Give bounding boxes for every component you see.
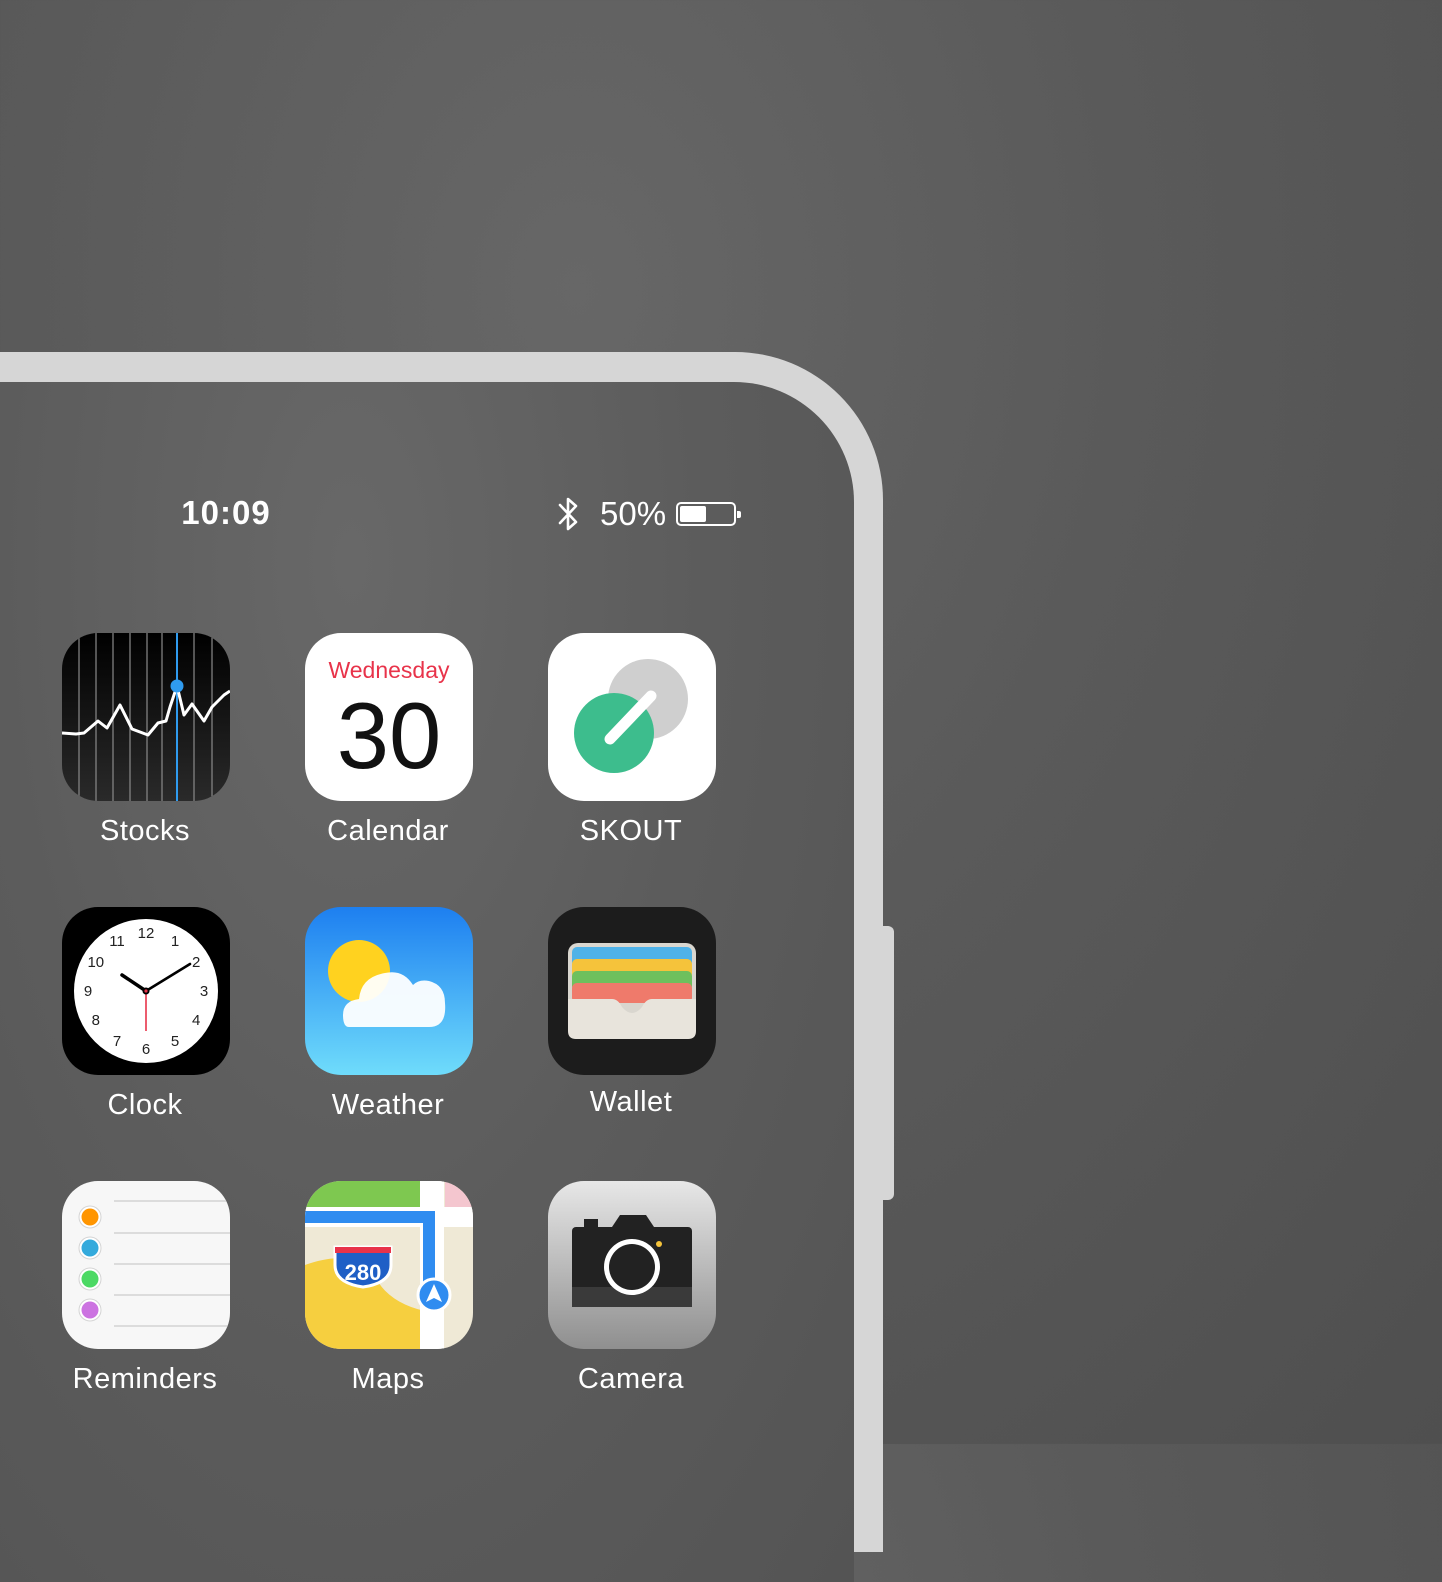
clock-numeral: 5	[171, 1033, 179, 1050]
app-label: SKOUT	[579, 815, 683, 847]
clock-numeral: 9	[84, 983, 92, 1000]
app-label: Weather	[331, 1089, 445, 1121]
clock-numeral: 10	[87, 954, 104, 971]
app-label: Clock	[107, 1089, 183, 1121]
app-label: Wallet	[589, 1086, 673, 1118]
maps-icon[interactable]: 280	[305, 1181, 473, 1349]
clock-numeral: 11	[109, 933, 125, 950]
battery-percent: 50%	[600, 495, 667, 532]
clock-numeral: 12	[138, 925, 155, 942]
battery-icon	[676, 502, 742, 526]
app-label: Camera	[577, 1363, 685, 1395]
battery-fill	[680, 506, 707, 522]
stocks-icon[interactable]	[62, 633, 230, 801]
clock-numeral: 7	[113, 1033, 121, 1050]
app-label: Reminders	[72, 1363, 218, 1395]
calendar-icon[interactable]: Wednesday 30	[305, 633, 473, 801]
app-label: Stocks	[99, 815, 191, 847]
clock-numeral: 4	[192, 1012, 200, 1029]
status-bar-right: 50%	[554, 494, 742, 534]
camera-icon[interactable]	[548, 1181, 716, 1349]
home-screen: 10:09 50% Stocks Wednesday 30 Calendar S…	[0, 382, 854, 1582]
app-label: Maps	[351, 1363, 425, 1395]
clock-numeral: 3	[200, 983, 208, 1000]
clock-numeral: 1	[171, 933, 179, 950]
skout-icon[interactable]	[548, 633, 716, 801]
bluetooth-icon	[558, 497, 578, 531]
app-label: Calendar	[327, 815, 449, 847]
reminders-icon[interactable]	[62, 1181, 230, 1349]
maps-shield-number: 280	[345, 1260, 382, 1285]
weather-icon[interactable]	[305, 907, 473, 1075]
clock-numeral: 6	[142, 1041, 150, 1058]
clock-numeral: 2	[192, 954, 200, 971]
clock-icon[interactable]: 12 1 2 3 4 5 6 7 8 9 10 11	[62, 907, 230, 1075]
clock-numeral: 8	[92, 1012, 100, 1029]
wallet-icon[interactable]	[548, 907, 716, 1075]
calendar-day: 30	[337, 683, 442, 788]
calendar-weekday: Wednesday	[328, 657, 450, 683]
device-side-button	[880, 926, 894, 1200]
